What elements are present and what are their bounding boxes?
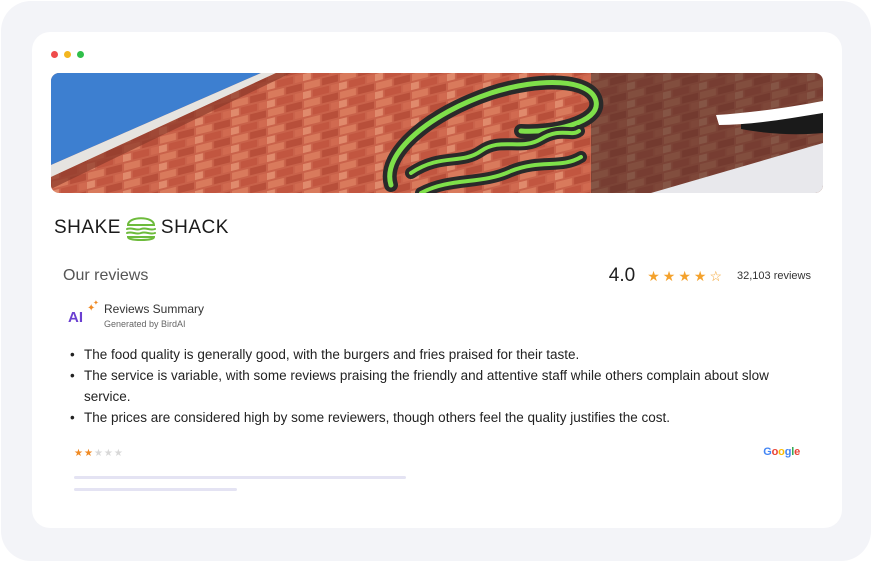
star-filled-icon: ★ — [678, 268, 691, 284]
overall-rating: 4.0 ★ ★ ★ ★ ☆ 32,103 reviews — [609, 265, 811, 287]
window-close-dot[interactable] — [51, 51, 58, 58]
star-empty-icon: ★ — [103, 448, 113, 459]
summary-bullet: The prices are considered high by some r… — [70, 407, 770, 428]
review-count[interactable]: 32,103 reviews — [737, 270, 811, 282]
review-card-stars: ★ ★ ★ ★ ★ — [74, 449, 124, 459]
reviews-heading: Our reviews — [63, 267, 149, 284]
window-maximize-dot[interactable] — [77, 51, 84, 58]
star-empty-icon: ★ — [113, 448, 123, 459]
summary-title: Reviews Summary — [104, 302, 205, 316]
summary-bullet-list: The food quality is generally good, with… — [70, 344, 770, 428]
summary-bullet: The food quality is generally good, with… — [70, 344, 770, 365]
star-filled-icon: ★ — [693, 268, 707, 284]
hero-banner-image — [51, 73, 823, 193]
burger-icon — [125, 217, 156, 241]
review-placeholder-line — [74, 476, 406, 479]
ai-sparkle-icon: AI ✦ ✦ — [68, 300, 99, 330]
star-filled-icon: ★ — [74, 448, 83, 459]
star-filled-icon: ★ — [662, 268, 676, 284]
window-minimize-dot[interactable] — [64, 51, 71, 58]
reviews-widget-card: SHAKE SHACK Our reviews 4.0 ★ ★ ★ ★ ☆ 32,103… — [32, 32, 842, 528]
ai-badge-text: AI — [68, 309, 83, 326]
review-placeholder-line — [74, 488, 237, 491]
star-empty-icon: ★ — [93, 448, 103, 459]
brand-logo-left-text: SHAKE — [54, 217, 121, 238]
google-logo: Google — [763, 446, 800, 458]
star-filled-icon: ★ — [647, 268, 660, 284]
sparkle-small-icon: ✦ — [93, 300, 99, 307]
rating-value: 4.0 — [608, 265, 636, 286]
summary-bullet: The service is variable, with some revie… — [70, 365, 770, 407]
brand-logo: SHAKE SHACK — [54, 210, 229, 246]
summary-subtitle: Generated by BirdAI — [104, 319, 186, 329]
star-filled-icon: ★ — [83, 448, 93, 459]
star-empty-icon: ☆ — [709, 268, 722, 284]
page-background: SHAKE SHACK Our reviews 4.0 ★ ★ ★ ★ ☆ 32,103… — [1, 1, 871, 561]
rating-stars: ★ ★ ★ ★ ☆ — [647, 269, 725, 283]
brand-logo-right-text: SHACK — [160, 217, 229, 238]
